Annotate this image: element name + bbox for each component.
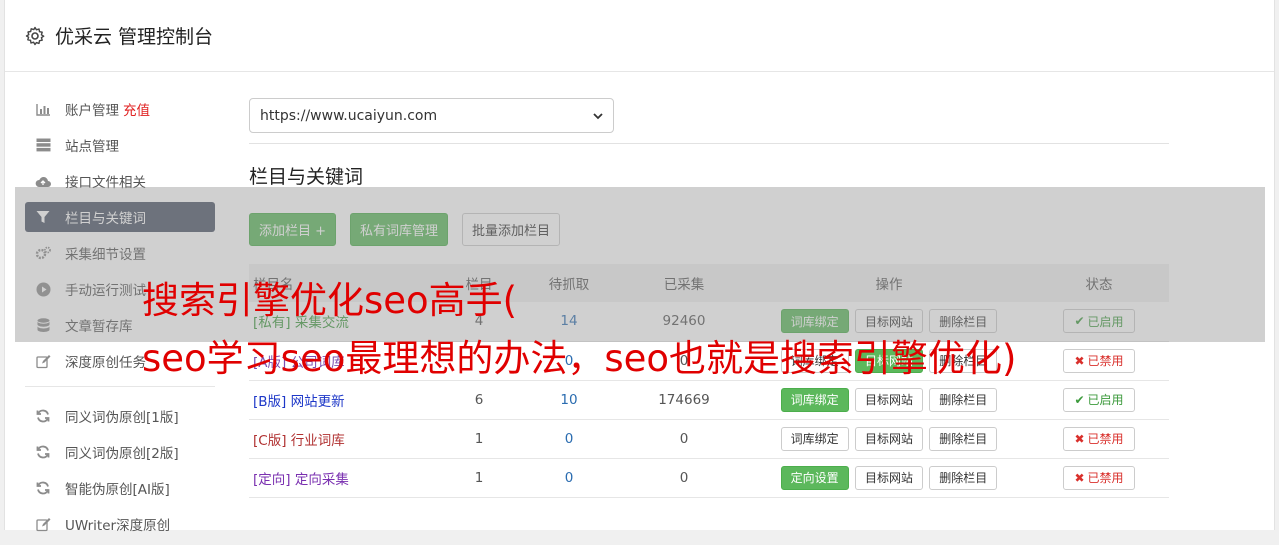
delete-column-button[interactable]: 删除栏目 bbox=[929, 426, 998, 451]
page-title: 优采云 管理控制台 bbox=[55, 26, 214, 48]
sidebar-item-sites[interactable]: 站点管理 bbox=[25, 130, 215, 160]
target-site-button[interactable]: 目标网站 bbox=[854, 465, 923, 490]
sidebar-item-label: 智能伪原创[AI版] bbox=[65, 482, 170, 498]
sidebar-item-label: 同义词伪原创[2版] bbox=[65, 446, 179, 462]
recharge-link[interactable]: 充值 bbox=[123, 99, 150, 119]
bind-lib-button[interactable]: 词库绑定 bbox=[780, 426, 849, 451]
sidebar-item-label: 同义词伪原创[1版] bbox=[65, 410, 179, 426]
row-col: 6 bbox=[474, 391, 484, 408]
chevron-down-icon bbox=[593, 112, 603, 119]
row-pending[interactable]: 10 bbox=[519, 380, 619, 419]
close-icon: ✖ bbox=[1074, 431, 1085, 446]
row-name-link[interactable]: [B版] 网站更新 bbox=[253, 394, 345, 410]
gear-icon bbox=[25, 26, 45, 45]
close-icon: ✖ bbox=[1074, 470, 1085, 485]
table-row: [C版] 行业词库 1 0 0 词库绑定 目标网站 删除栏目 ✖ 已禁用 bbox=[249, 419, 1169, 458]
row-tag: [定向] bbox=[253, 471, 291, 488]
status-label: 已启用 bbox=[1087, 393, 1124, 407]
row-col: 1 bbox=[474, 469, 484, 486]
overlay-title-line2: seo学习seo最理想的办法，seo也就是搜索引擎优化) bbox=[142, 337, 1017, 380]
sidebar-item-account[interactable]: 账户管理 充值 bbox=[25, 94, 215, 124]
site-select-value: https://www.ucaiyun.com bbox=[260, 107, 438, 124]
edit-icon bbox=[35, 353, 51, 369]
sidebar-item-label: 站点管理 bbox=[65, 139, 119, 155]
status-toggle[interactable]: ✖ 已禁用 bbox=[1063, 426, 1135, 451]
row-name: 定向采集 bbox=[294, 471, 349, 488]
target-site-button[interactable]: 目标网站 bbox=[854, 387, 923, 412]
close-icon: ✖ bbox=[1074, 353, 1085, 368]
section-title: 栏目与关键词 bbox=[249, 166, 364, 188]
status-label: 已禁用 bbox=[1087, 471, 1124, 485]
site-select[interactable]: https://www.ucaiyun.com bbox=[249, 98, 614, 133]
target-site-button[interactable]: 目标网站 bbox=[854, 426, 923, 451]
row-pending[interactable]: 0 bbox=[519, 419, 619, 458]
divider bbox=[249, 143, 1169, 144]
row-name: 网站更新 bbox=[290, 393, 345, 410]
sidebar-item-synonym-v1[interactable]: 同义词伪原创[1版] bbox=[25, 401, 215, 431]
sidebar-item-synonym-v2[interactable]: 同义词伪原创[2版] bbox=[25, 437, 215, 467]
sidebar-divider bbox=[25, 386, 215, 387]
overlay-title-line1: 搜索引擎优化seo高手( bbox=[142, 279, 518, 322]
row-col: 1 bbox=[474, 430, 484, 447]
check-icon: ✔ bbox=[1074, 392, 1085, 407]
status-toggle[interactable]: ✖ 已禁用 bbox=[1063, 465, 1135, 490]
status-label: 已禁用 bbox=[1087, 354, 1124, 368]
row-name-link[interactable]: [C版] 行业词库 bbox=[253, 433, 345, 449]
refresh-icon bbox=[35, 408, 51, 424]
delete-column-button[interactable]: 删除栏目 bbox=[929, 465, 998, 490]
table-row: [定向] 定向采集 1 0 0 定向设置 目标网站 删除栏目 ✖ 已禁用 bbox=[249, 458, 1169, 497]
directional-settings-button[interactable]: 定向设置 bbox=[780, 465, 849, 490]
row-tag: [B版] bbox=[253, 393, 287, 410]
sidebar-item-smart-ai[interactable]: 智能伪原创[AI版] bbox=[25, 473, 215, 503]
refresh-icon bbox=[35, 444, 51, 460]
row-collected: 0 bbox=[679, 469, 689, 486]
sidebar-item-uwriter[interactable]: UWriter深度原创 bbox=[25, 509, 215, 539]
refresh-icon bbox=[35, 480, 51, 496]
header: 优采云 管理控制台 bbox=[5, 0, 1274, 72]
delete-column-button[interactable]: 删除栏目 bbox=[929, 387, 998, 412]
row-name: 行业词库 bbox=[290, 432, 345, 449]
server-icon bbox=[35, 137, 51, 153]
status-label: 已禁用 bbox=[1087, 432, 1124, 446]
table-row: [B版] 网站更新 6 10 174669 词库绑定 目标网站 删除栏目 ✔ 已启… bbox=[249, 380, 1169, 419]
sidebar-item-label: UWriter深度原创 bbox=[65, 518, 171, 534]
status-toggle[interactable]: ✖ 已禁用 bbox=[1063, 348, 1135, 373]
row-collected: 0 bbox=[679, 430, 689, 447]
bind-lib-button[interactable]: 词库绑定 bbox=[780, 387, 849, 412]
row-name-link[interactable]: [定向] 定向采集 bbox=[253, 472, 349, 488]
row-pending[interactable]: 0 bbox=[519, 458, 619, 497]
sidebar-item-label: 账户管理 bbox=[65, 103, 119, 119]
row-tag: [C版] bbox=[253, 432, 287, 449]
status-toggle[interactable]: ✔ 已启用 bbox=[1063, 387, 1135, 412]
sidebar-item-label: 深度原创任务 bbox=[65, 355, 146, 371]
bar-chart-icon bbox=[35, 101, 51, 117]
row-collected: 174669 bbox=[658, 391, 710, 408]
